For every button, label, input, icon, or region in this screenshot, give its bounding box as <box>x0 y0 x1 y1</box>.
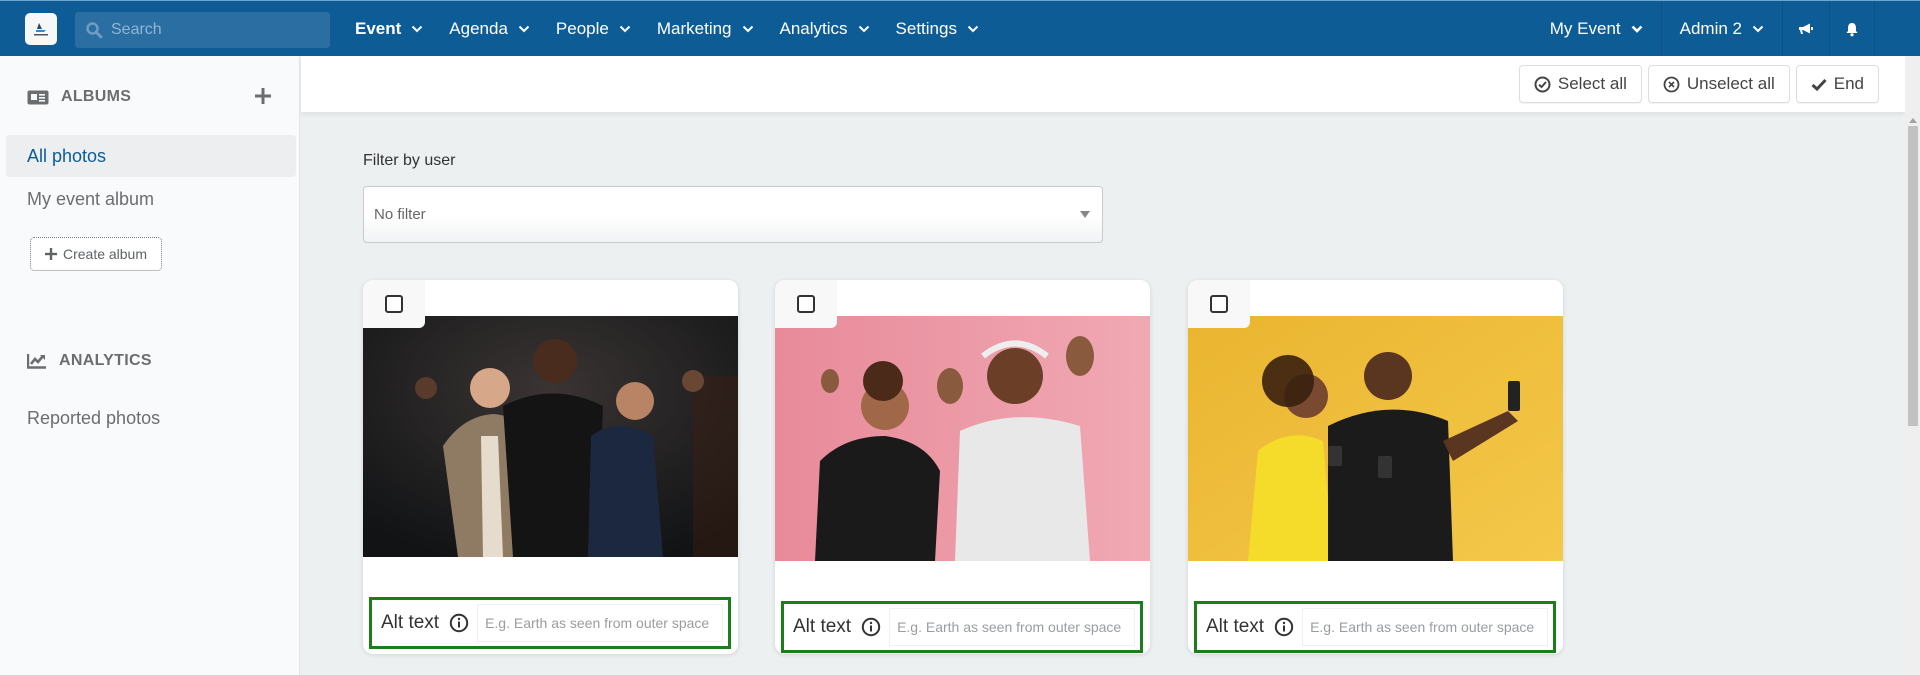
action-buttons: Select all Unselect all End <box>1513 65 1879 103</box>
nav-event[interactable]: Event <box>355 19 423 39</box>
nav-analytics[interactable]: Analytics <box>780 19 870 39</box>
nav-analytics-label: Analytics <box>779 19 848 38</box>
megaphone-icon <box>1799 23 1813 34</box>
sidebar-item-label: All photos <box>27 145 107 166</box>
chevron-down-icon <box>518 25 530 33</box>
analytics-header: ANALYTICS <box>27 352 152 370</box>
analytics-header-label: ANALYTICS <box>59 352 152 369</box>
nav-right: My Event Admin 2 <box>1532 1 1920 57</box>
create-album-button[interactable]: Create album <box>30 237 162 271</box>
nav-marketing[interactable]: Marketing <box>657 19 754 39</box>
alt-text-input[interactable] <box>1302 608 1548 646</box>
user-menu-label: Admin 2 <box>1679 19 1742 38</box>
sidebar-item-all-photos[interactable]: All photos <box>6 135 296 177</box>
sidebar-item-label: My event album <box>27 188 155 209</box>
photo-card: Alt text <box>363 280 738 654</box>
card-header <box>1250 280 1563 316</box>
sidebar-item-label: Reported photos <box>27 407 161 428</box>
scroll-up-arrow[interactable] <box>1909 118 1917 123</box>
info-icon[interactable] <box>861 617 881 637</box>
scrollbar[interactable] <box>1905 56 1920 675</box>
app-logo[interactable] <box>25 13 57 45</box>
chevron-down-icon <box>1631 25 1643 33</box>
search-icon <box>86 22 103 39</box>
alt-text-field: Alt text <box>1194 601 1556 653</box>
user-menu[interactable]: Admin 2 <box>1660 1 1782 57</box>
search-box[interactable] <box>75 12 330 48</box>
chevron-down-icon <box>412 25 423 33</box>
albums-icon <box>27 90 49 104</box>
photo-card: Alt text <box>1188 280 1563 654</box>
nav-people-label: People <box>555 19 609 38</box>
plus-icon <box>44 248 57 260</box>
times-circle-icon <box>1663 76 1680 92</box>
main-nav: Event Agenda People Marketing Analytics … <box>355 1 1005 57</box>
alt-text-field: Alt text <box>781 601 1143 653</box>
bell-icon <box>1846 22 1858 36</box>
photo-image[interactable] <box>1188 311 1563 561</box>
sidebar-item-my-event-album[interactable]: My event album <box>6 178 296 220</box>
photo-image[interactable] <box>775 311 1150 561</box>
info-icon[interactable] <box>449 613 469 633</box>
photo-card: Alt text <box>775 280 1150 654</box>
event-selector-label: My Event <box>1549 19 1621 38</box>
add-album-icon[interactable] <box>253 86 273 106</box>
albums-header-label: ALBUMS <box>61 88 132 105</box>
alt-text-input[interactable] <box>889 608 1135 646</box>
nav-marketing-label: Marketing <box>656 19 732 38</box>
photo-checkbox[interactable] <box>385 295 403 313</box>
albums-header: ALBUMS <box>27 88 131 106</box>
select-all-label: Select all <box>1557 74 1627 93</box>
chevron-down-icon <box>742 25 753 33</box>
photo-checkbox[interactable] <box>1210 295 1228 313</box>
event-selector[interactable]: My Event <box>1532 1 1661 57</box>
info-icon[interactable] <box>1274 617 1294 637</box>
chevron-down-icon <box>1752 25 1764 33</box>
nav-event-label: Event <box>355 19 402 38</box>
notifications-button[interactable] <box>1829 1 1874 57</box>
alt-text-label: Alt text <box>381 612 440 633</box>
nav-settings[interactable]: Settings <box>896 19 979 39</box>
photo-image[interactable] <box>363 316 738 557</box>
app-logo-icon <box>34 23 48 36</box>
scroll-thumb[interactable] <box>1908 126 1918 426</box>
nav-settings-label: Settings <box>895 19 957 38</box>
sidebar: ALBUMS All photos My event album Create … <box>0 56 300 675</box>
nav-agenda-label: Agenda <box>449 19 508 38</box>
alt-text-label: Alt text <box>1206 616 1265 637</box>
top-navbar: Event Agenda People Marketing Analytics … <box>0 0 1920 57</box>
announcements-button[interactable] <box>1782 1 1829 57</box>
filter-by-user-select[interactable]: No filter <box>363 186 1103 243</box>
filter-label: Filter by user <box>363 152 456 169</box>
end-button[interactable]: End <box>1795 65 1879 103</box>
sidebar-item-reported-photos[interactable]: Reported photos <box>6 397 296 439</box>
nav-spacer <box>1874 1 1920 57</box>
action-bar: Select all Unselect all End <box>301 56 1905 112</box>
alt-text-field: Alt text <box>369 597 731 649</box>
end-label: End <box>1833 74 1864 93</box>
nav-people[interactable]: People <box>556 19 631 39</box>
check-icon <box>1811 78 1827 91</box>
unselect-all-label: Unselect all <box>1686 74 1775 93</box>
chart-line-icon <box>27 354 46 369</box>
check-circle-icon <box>1534 76 1551 92</box>
select-all-button[interactable]: Select all <box>1518 65 1642 103</box>
alt-text-input[interactable] <box>477 604 723 642</box>
chevron-down-icon <box>619 25 631 33</box>
nav-agenda[interactable]: Agenda <box>449 19 530 39</box>
card-header <box>837 280 1150 316</box>
card-header <box>425 280 738 316</box>
filter-selected-value: No filter <box>374 206 426 223</box>
chevron-down-icon <box>967 25 979 33</box>
caret-down-icon <box>1080 211 1090 218</box>
search-input[interactable] <box>111 21 311 39</box>
photo-checkbox[interactable] <box>797 295 815 313</box>
create-album-label: Create album <box>62 246 148 262</box>
alt-text-label: Alt text <box>793 616 852 637</box>
unselect-all-button[interactable]: Unselect all <box>1647 65 1790 103</box>
chevron-down-icon <box>858 25 869 33</box>
